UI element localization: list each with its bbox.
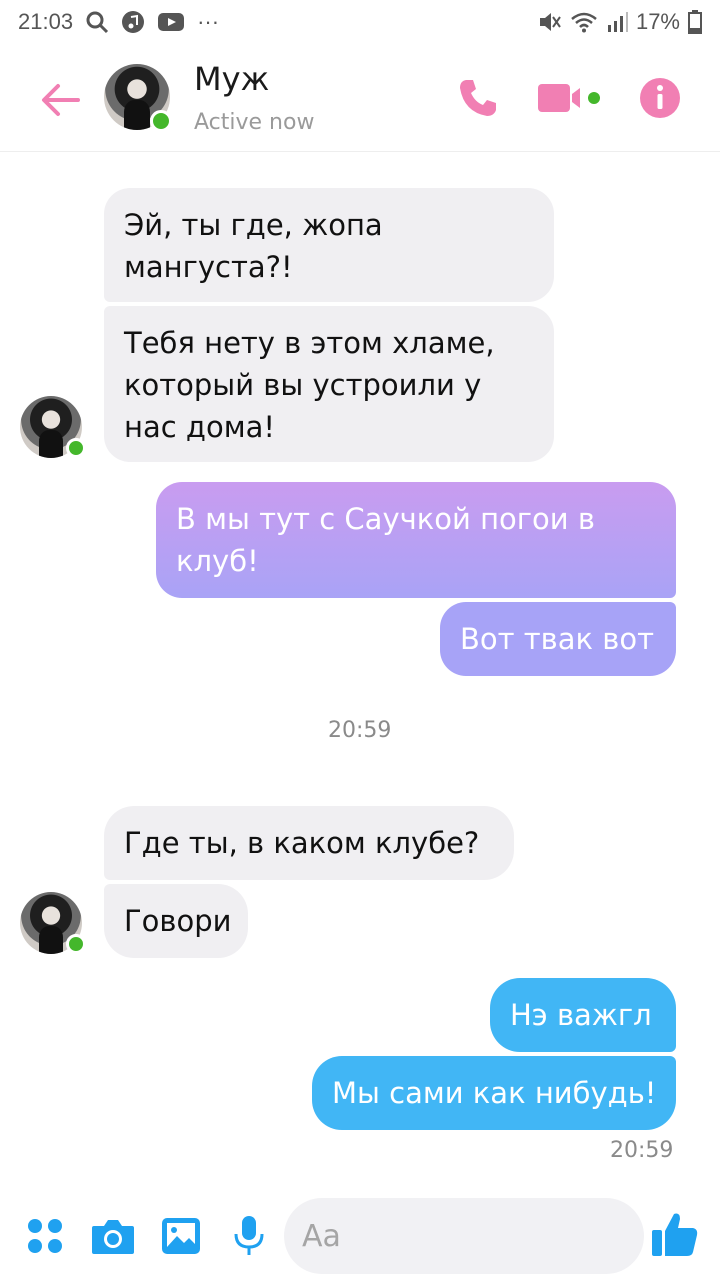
message-input[interactable]	[302, 1218, 675, 1254]
thumbs-up-icon[interactable]	[650, 1210, 700, 1260]
music-icon	[122, 11, 145, 33]
message-bubble-outgoing[interactable]: В мы тут с Саучкой погои в клуб!	[156, 482, 676, 598]
message-bubble-incoming[interactable]: Эй, ты где, жопа мангуста?!	[104, 188, 554, 302]
message-bubble-incoming[interactable]: Тебя нету в этом хламе, который вы устро…	[104, 306, 554, 462]
wifi-icon	[571, 12, 597, 33]
contact-name[interactable]: Муж	[194, 60, 269, 98]
message-text: Вот твак вот	[460, 622, 654, 656]
battery-icon	[688, 10, 702, 34]
message-text: Нэ важгл	[510, 998, 652, 1032]
conversation-header: Муж Active now	[0, 48, 720, 152]
signal-icon	[607, 12, 628, 32]
message-bubble-outgoing[interactable]: Мы сами как нибудь!	[312, 1056, 676, 1130]
info-icon	[640, 78, 680, 118]
contact-avatar[interactable]	[104, 64, 172, 132]
sent-timestamp: 20:59	[610, 1138, 674, 1163]
online-indicator	[150, 110, 172, 132]
image-icon	[162, 1218, 200, 1254]
status-bar: 21:03 ··· 17%	[0, 0, 720, 44]
info-button[interactable]	[636, 74, 684, 122]
mute-icon	[539, 13, 561, 31]
camera-button[interactable]	[86, 1209, 140, 1263]
message-avatar[interactable]	[20, 892, 86, 954]
message-composer	[0, 1192, 720, 1280]
message-bubble-incoming[interactable]: Говори	[104, 884, 248, 958]
online-indicator	[66, 934, 86, 954]
message-text: Тебя нету в этом хламе, который вы устро…	[124, 326, 495, 444]
message-avatar[interactable]	[20, 396, 86, 458]
video-camera-icon	[538, 84, 600, 112]
message-text: Мы сами как нибудь!	[332, 1076, 657, 1110]
message-text: Говори	[124, 904, 232, 938]
message-input-container[interactable]	[284, 1198, 675, 1274]
more-notifications-icon: ···	[197, 9, 220, 34]
phone-icon	[460, 80, 496, 116]
voice-message-button[interactable]	[222, 1209, 276, 1263]
message-text: Эй, ты где, жопа мангуста?!	[124, 208, 383, 284]
back-arrow-icon[interactable]	[38, 78, 82, 122]
voice-call-button[interactable]	[454, 74, 502, 122]
battery-level: 17%	[635, 9, 680, 34]
video-call-button[interactable]	[536, 74, 602, 122]
message-text: В мы тут с Саучкой погои в клуб!	[176, 502, 595, 578]
contact-status: Active now	[194, 110, 315, 135]
message-text: Где ты, в каком клубе?	[124, 826, 480, 860]
microphone-icon	[234, 1216, 264, 1255]
more-actions-button[interactable]	[18, 1209, 72, 1263]
gallery-button[interactable]	[154, 1209, 208, 1263]
message-bubble-incoming[interactable]: Где ты, в каком клубе?	[104, 806, 514, 880]
four-dots-icon	[28, 1219, 62, 1253]
message-thread[interactable]: Эй, ты где, жопа мангуста?! Тебя нету в …	[0, 152, 720, 1192]
time-divider: 20:59	[328, 718, 392, 743]
camera-icon	[92, 1220, 134, 1254]
online-indicator	[66, 438, 86, 458]
message-bubble-outgoing[interactable]: Вот твак вот	[440, 602, 676, 676]
message-bubble-outgoing[interactable]: Нэ важгл	[490, 978, 676, 1052]
youtube-icon	[158, 13, 185, 31]
search-icon	[86, 11, 109, 34]
status-time: 21:03	[18, 9, 74, 34]
